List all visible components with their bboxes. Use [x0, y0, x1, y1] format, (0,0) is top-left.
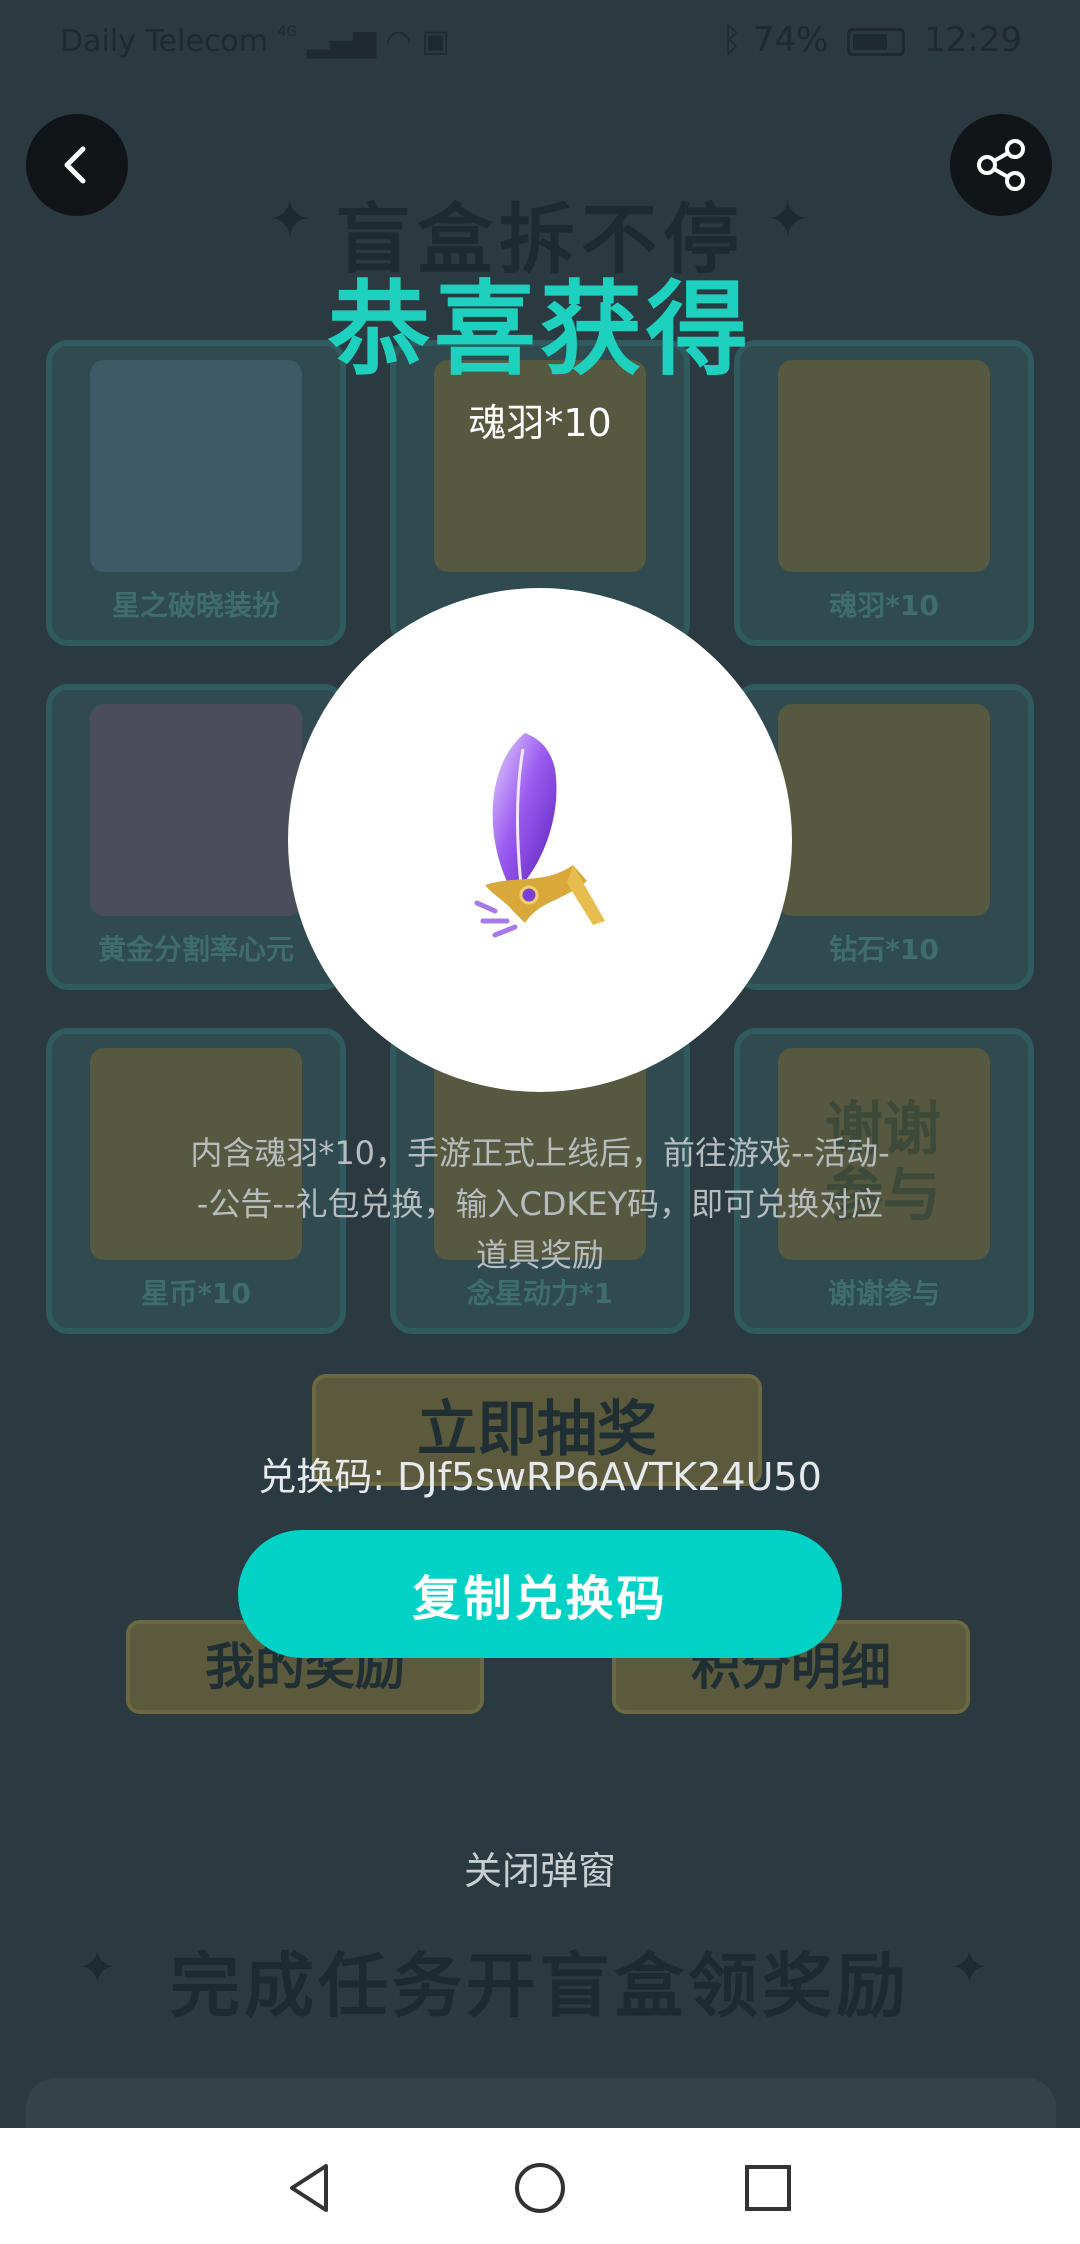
close-popup-button[interactable]: 关闭弹窗: [0, 1840, 1080, 1895]
prize-name: 魂羽*10: [468, 401, 612, 445]
nav-home-icon[interactable]: [510, 2158, 570, 2218]
nav-back-icon[interactable]: [280, 2158, 340, 2218]
purple-feather-icon: [474, 733, 605, 938]
clock: 12:29: [924, 20, 1022, 60]
nav-recents-icon[interactable]: [738, 2158, 798, 2218]
task-card: [26, 2078, 1056, 2128]
redeem-code-label: 兑换码:: [258, 1455, 398, 1499]
congrats-title: 恭喜获得: [328, 271, 752, 390]
copy-code-button[interactable]: 复制兑换码: [238, 1530, 842, 1658]
status-left: Daily Telecom 4G ▂▄▆ ◠ ▣: [60, 24, 450, 59]
notification-icon: ▣: [421, 24, 450, 59]
network-type: 4G: [277, 24, 298, 40]
battery-icon: [847, 27, 906, 56]
prize-thumbnail: [90, 704, 302, 916]
redeem-code-value: DJf5swRP6AVTK24U50: [397, 1455, 822, 1499]
bluetooth-icon: ᛒ: [721, 20, 742, 60]
prize-cell-label: 星之破晓装扮: [111, 589, 280, 622]
status-bar: Daily Telecom 4G ▂▄▆ ◠ ▣ ᛒ 74% 12:29: [0, 0, 1080, 80]
signal-icon: ▂▄▆: [306, 24, 377, 59]
status-right: ᛒ 74% 12:29: [722, 20, 1022, 60]
share-button[interactable]: [950, 114, 1052, 216]
prize-image: [288, 588, 792, 1092]
prize-thumbnail: [778, 704, 990, 916]
redeem-code-line: 兑换码: DJf5swRP6AVTK24U50: [0, 1446, 1080, 1501]
prize-cell-label: 钻石*10: [829, 933, 939, 966]
carrier-label: Daily Telecom: [60, 24, 268, 59]
prize-cell-label: 魂羽*10: [829, 589, 939, 622]
section-title: 完成任务开盲盒领奖励: [170, 1945, 910, 2027]
prize-cell-label: 黄金分割率心元: [97, 933, 294, 966]
system-navigation-bar: [0, 2128, 1080, 2244]
share-icon: [977, 139, 1025, 191]
battery-percent: 74%: [752, 20, 829, 60]
prize-description: 内含魂羽*10，手游正式上线后，前往游戏--活动--公告--礼包兑换，输入CDK…: [190, 1134, 890, 1274]
back-button[interactable]: [26, 114, 128, 216]
wifi-icon: ◠: [385, 24, 412, 59]
chevron-left-icon: [64, 146, 86, 184]
